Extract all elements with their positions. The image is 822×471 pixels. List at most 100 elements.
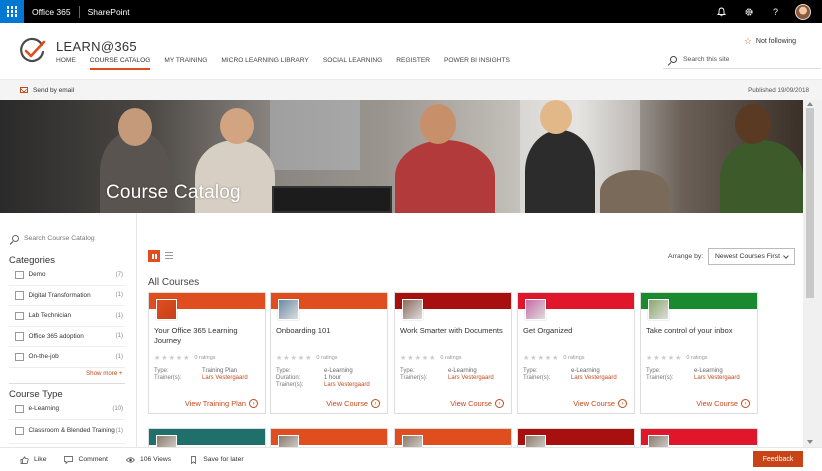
trainer-link[interactable]: Lars Vestergaard xyxy=(448,375,494,382)
filter-item[interactable]: Demo (7) xyxy=(9,265,125,286)
star-icon[interactable]: ★ xyxy=(169,355,175,362)
follow-button[interactable]: ☆ Not following xyxy=(744,36,796,47)
star-icon[interactable]: ★ xyxy=(183,355,189,362)
course-title[interactable]: Work Smarter with Documents xyxy=(400,326,508,336)
nav-home[interactable]: HOME xyxy=(56,57,76,70)
course-thumbnail[interactable] xyxy=(648,435,669,447)
filter-item[interactable]: Classroom & Blended Training (1) xyxy=(9,420,125,444)
course-rating[interactable]: ★ ★ ★ ★ ★ 0 ratings xyxy=(276,355,338,362)
trainer-link[interactable]: Lars Vestergaard xyxy=(202,375,248,382)
checkbox[interactable] xyxy=(15,311,24,320)
course-card[interactable] xyxy=(640,428,758,447)
course-card[interactable]: Take control of your inbox ★ ★ ★ ★ ★ 0 ratings… xyxy=(640,292,758,414)
trainer-link[interactable]: Lars Vestergaard xyxy=(694,375,740,382)
trainer-link[interactable]: Lars Vestergaard xyxy=(324,382,370,389)
trainer-link[interactable]: Lars Vestergaard xyxy=(571,375,617,382)
course-rating[interactable]: ★ ★ ★ ★ ★ 0 ratings xyxy=(400,355,462,362)
star-icon[interactable]: ★ xyxy=(429,355,435,362)
star-icon[interactable]: ★ xyxy=(538,355,544,362)
checkbox[interactable] xyxy=(15,291,24,300)
course-thumbnail[interactable] xyxy=(402,435,423,447)
send-by-email-link[interactable]: Send by email xyxy=(33,87,74,94)
course-card[interactable]: Get Organized ★ ★ ★ ★ ★ 0 ratings Type: e-Learni… xyxy=(517,292,635,414)
course-title[interactable]: Onboarding 101 xyxy=(276,326,384,336)
list-view-icon[interactable] xyxy=(165,252,173,259)
nav-micro-learning-library[interactable]: MICRO LEARNING LIBRARY xyxy=(221,57,308,70)
course-title[interactable]: Your Office 365 Learning Journey xyxy=(154,326,262,346)
scroll-down-icon[interactable] xyxy=(807,440,813,444)
filter-item[interactable]: e-Learning (10) xyxy=(9,399,125,420)
suite-app-name[interactable]: Office 365 xyxy=(24,7,79,17)
checkbox[interactable] xyxy=(15,426,24,436)
filter-item[interactable]: Office 365 adoption (1) xyxy=(9,327,125,347)
site-search-box[interactable]: Search this site xyxy=(663,51,821,69)
nav-my-training[interactable]: MY TRAINING xyxy=(164,57,207,70)
course-thumbnail[interactable] xyxy=(525,299,546,320)
star-icon[interactable]: ★ xyxy=(400,355,406,362)
course-rating[interactable]: ★ ★ ★ ★ ★ 0 ratings xyxy=(646,355,708,362)
gear-icon[interactable] xyxy=(735,0,762,23)
app-launcher-icon[interactable] xyxy=(0,0,24,23)
checkbox[interactable] xyxy=(15,270,24,279)
course-thumbnail[interactable] xyxy=(278,299,299,320)
like-button[interactable]: Like xyxy=(20,455,46,464)
feedback-button[interactable]: Feedback xyxy=(753,451,803,467)
filter-item[interactable]: On-the-job (1) xyxy=(9,347,125,368)
star-icon[interactable]: ★ xyxy=(675,355,681,362)
avatar[interactable] xyxy=(795,3,811,20)
star-icon[interactable]: ★ xyxy=(646,355,652,362)
show-more-link[interactable]: Show more + xyxy=(86,370,123,377)
star-icon[interactable]: ★ xyxy=(283,355,289,362)
star-icon[interactable]: ★ xyxy=(668,355,674,362)
view-course-button[interactable]: View Course › xyxy=(696,399,750,408)
bell-icon[interactable] xyxy=(708,0,735,23)
star-icon[interactable]: ★ xyxy=(298,355,304,362)
course-card[interactable] xyxy=(394,428,512,447)
star-icon[interactable]: ★ xyxy=(415,355,421,362)
filter-item[interactable]: Digital Transformation (1) xyxy=(9,286,125,306)
star-icon[interactable]: ★ xyxy=(291,355,297,362)
scrollbar-thumb[interactable] xyxy=(806,108,814,298)
nav-course-catalog[interactable]: COURSE CATALOG xyxy=(89,57,151,70)
course-card[interactable] xyxy=(148,428,266,447)
course-card[interactable] xyxy=(517,428,635,447)
page-scrollbar[interactable] xyxy=(803,100,822,447)
star-icon[interactable]: ★ xyxy=(276,355,282,362)
star-icon[interactable]: ★ xyxy=(407,355,413,362)
course-card[interactable] xyxy=(270,428,388,447)
filter-item[interactable]: Lab Technician (1) xyxy=(9,306,125,327)
course-thumbnail[interactable] xyxy=(156,435,177,447)
star-icon[interactable]: ★ xyxy=(523,355,529,362)
star-icon[interactable]: ★ xyxy=(176,355,182,362)
star-icon[interactable]: ★ xyxy=(422,355,428,362)
nav-register[interactable]: REGISTER xyxy=(396,57,430,70)
site-title[interactable]: LEARN@365 xyxy=(56,39,137,54)
star-icon[interactable]: ★ xyxy=(154,355,160,362)
view-course-button[interactable]: View Course › xyxy=(450,399,504,408)
nav-power-bi-insights[interactable]: POWER BI INSIGHTS xyxy=(444,57,510,70)
suite-product-name[interactable]: SharePoint xyxy=(80,7,138,17)
star-icon[interactable]: ★ xyxy=(552,355,558,362)
scroll-up-icon[interactable] xyxy=(807,102,813,106)
course-thumbnail[interactable] xyxy=(525,435,546,447)
email-icon[interactable] xyxy=(20,87,28,93)
star-icon[interactable]: ★ xyxy=(653,355,659,362)
course-card[interactable]: Work Smarter with Documents ★ ★ ★ ★ ★ 0 rating… xyxy=(394,292,512,414)
course-title[interactable]: Get Organized xyxy=(523,326,631,336)
checkbox[interactable] xyxy=(15,332,24,341)
star-icon[interactable]: ★ xyxy=(545,355,551,362)
star-icon[interactable]: ★ xyxy=(661,355,667,362)
star-icon[interactable]: ★ xyxy=(161,355,167,362)
comment-button[interactable]: Comment xyxy=(64,455,108,464)
course-thumbnail[interactable] xyxy=(648,299,669,320)
save-for-later-button[interactable]: Save for later xyxy=(189,455,244,464)
course-title[interactable]: Take control of your inbox xyxy=(646,326,754,336)
nav-social-learning[interactable]: SOCIAL LEARNING xyxy=(323,57,382,70)
course-card[interactable]: Onboarding 101 ★ ★ ★ ★ ★ 0 ratings Type: e-Learn… xyxy=(270,292,388,414)
arrange-by-select[interactable]: Newest Courses First xyxy=(708,248,795,265)
view-course-button[interactable]: View Course › xyxy=(326,399,380,408)
course-thumbnail[interactable] xyxy=(156,299,177,320)
site-logo-icon[interactable] xyxy=(18,37,46,65)
help-icon[interactable]: ? xyxy=(762,0,789,23)
course-rating[interactable]: ★ ★ ★ ★ ★ 0 ratings xyxy=(154,355,216,362)
